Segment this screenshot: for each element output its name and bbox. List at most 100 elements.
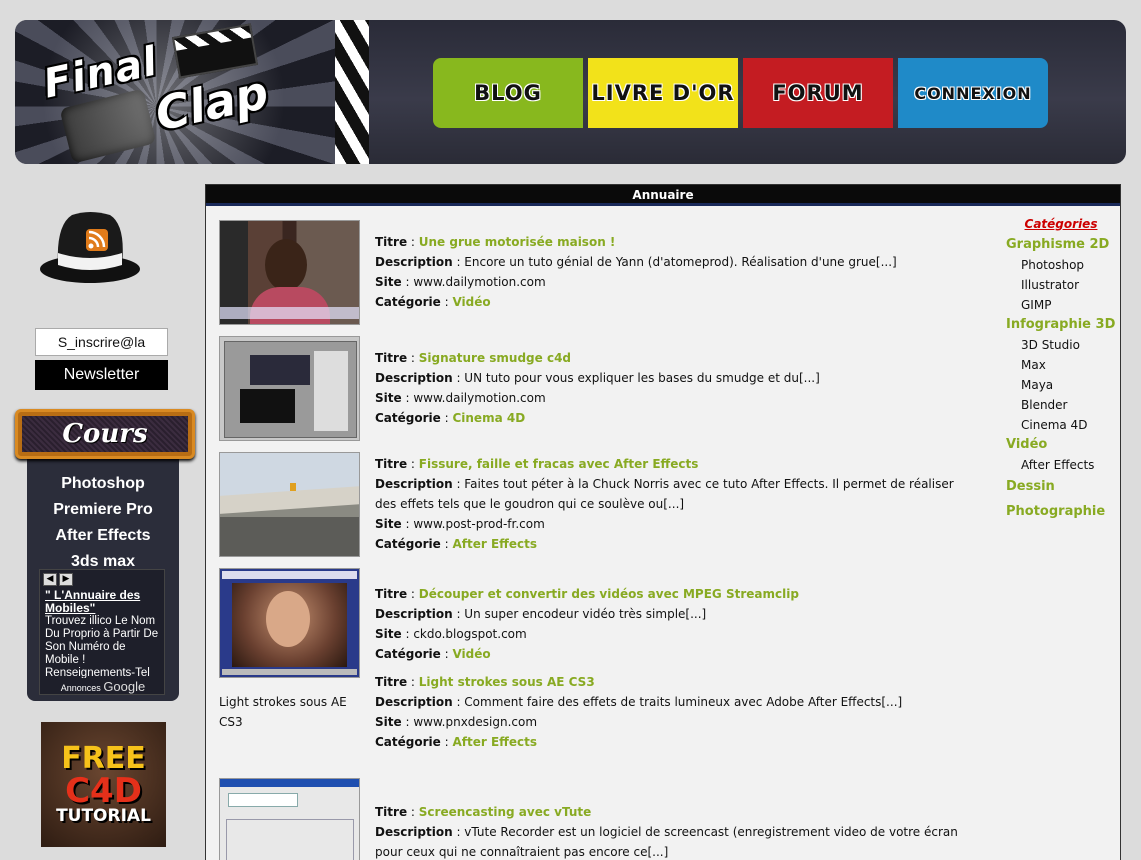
- ad-footer-annonces: Annonces: [60, 683, 101, 693]
- entry-title-link[interactable]: Signature smudge c4d: [419, 351, 571, 365]
- newsletter-button[interactable]: Newsletter: [35, 360, 168, 390]
- label-description: Description: [375, 477, 453, 491]
- annuaire-panel: Annuaire Titre : Une grue motorisée mais…: [205, 184, 1121, 860]
- free-c4d-tutorial-banner[interactable]: FREE C4D TUTORIAL: [41, 722, 166, 847]
- label-titre: Titre: [375, 235, 408, 249]
- entry-title-link[interactable]: Light strokes sous AE CS3: [419, 675, 595, 689]
- google-ad-box[interactable]: ◀ ▶ " L'Annuaire des Mobiles" Trouvez il…: [39, 569, 165, 695]
- label-site: Site: [375, 391, 402, 405]
- label-description: Description: [375, 607, 453, 621]
- ad-text[interactable]: Trouvez illico Le Nom Du Proprio à Parti…: [45, 615, 161, 680]
- label-categorie: Catégorie: [375, 647, 441, 661]
- label-categorie: Catégorie: [375, 411, 441, 425]
- label-titre: Titre: [375, 675, 408, 689]
- list-item: Light strokes sous AE CS3 Titre : Light …: [219, 675, 979, 776]
- entry-thumbnail[interactable]: [219, 220, 360, 325]
- label-site: Site: [375, 715, 402, 729]
- category-dessin[interactable]: Dessin: [1006, 477, 1116, 497]
- nav-forum-button[interactable]: FORUM: [743, 58, 893, 128]
- cours-panel: Photoshop Premiere Pro After Effects 3ds…: [15, 409, 195, 701]
- entry-thumbnail[interactable]: [219, 778, 360, 860]
- entry-category-link[interactable]: Vidéo: [452, 647, 490, 661]
- category-photographie[interactable]: Photographie: [1006, 502, 1116, 522]
- category-video[interactable]: Vidéo: [1006, 435, 1116, 455]
- entry-title-link[interactable]: Fissure, faille et fracas avec After Eff…: [419, 457, 699, 471]
- entry-info: Titre : Fissure, faille et fracas avec A…: [375, 457, 954, 551]
- rss-hat-icon[interactable]: [40, 205, 140, 287]
- entry-site: www.post-prod-fr.com: [413, 517, 545, 531]
- label-site: Site: [375, 627, 402, 641]
- label-site: Site: [375, 517, 402, 531]
- logo-text-final: Final: [39, 38, 162, 108]
- subcategory-photoshop[interactable]: Photoshop: [1006, 255, 1116, 275]
- ad-prev-arrow-icon[interactable]: ◀: [43, 573, 57, 586]
- label-titre: Titre: [375, 457, 408, 471]
- entry-list: Titre : Une grue motorisée maison ! Desc…: [219, 220, 979, 860]
- label-description: Description: [375, 371, 453, 385]
- subcategory-cinema-4d[interactable]: Cinema 4D: [1006, 415, 1116, 435]
- entry-thumbnail[interactable]: [219, 452, 360, 557]
- subcategory-3d-studio[interactable]: 3D Studio: [1006, 335, 1116, 355]
- entry-site: www.pnxdesign.com: [413, 715, 538, 729]
- annuaire-header: Annuaire: [206, 185, 1120, 206]
- category-graphisme-2d[interactable]: Graphisme 2D: [1006, 235, 1116, 255]
- subcategory-illustrator[interactable]: Illustrator: [1006, 275, 1116, 295]
- entry-title-link[interactable]: Découper et convertir des vidéos avec MP…: [419, 587, 799, 601]
- cours-title-plate: Cours: [15, 409, 195, 459]
- entry-category-link[interactable]: After Effects: [452, 537, 537, 551]
- entry-info: Titre : Une grue motorisée maison ! Desc…: [375, 235, 897, 309]
- subcategory-blender[interactable]: Blender: [1006, 395, 1116, 415]
- nav-connexion-button[interactable]: CONNEXION: [898, 58, 1048, 128]
- entry-description: Faites tout péter à la Chuck Norris avec…: [375, 477, 954, 511]
- entry-title-link[interactable]: Screencasting avec vTute: [419, 805, 591, 819]
- cours-list: Photoshop Premiere Pro After Effects 3ds…: [27, 459, 179, 701]
- entry-category-link[interactable]: After Effects: [452, 735, 537, 749]
- nav-blog-button[interactable]: BLOG: [433, 58, 583, 128]
- cours-item-premiere-pro[interactable]: Premiere Pro: [27, 497, 179, 523]
- category-infographie-3d[interactable]: Infographie 3D: [1006, 315, 1116, 335]
- logo-text-clap: Clap: [150, 64, 273, 142]
- google-logo: Google: [103, 679, 146, 694]
- entry-site: www.dailymotion.com: [413, 391, 546, 405]
- entry-thumbnail-alt-text[interactable]: Light strokes sous AE CS3: [219, 692, 360, 732]
- header-banner: Final Clap BLOG LIVRE D'OR FORUM CONNEXI…: [15, 20, 1126, 164]
- entry-description: UN tuto pour vous expliquer les bases du…: [464, 371, 820, 385]
- ad-nav-arrows: ◀ ▶: [43, 573, 73, 586]
- list-item: Titre : Découper et convertir des vidéos…: [219, 568, 979, 680]
- freec4d-line1: FREE: [61, 741, 146, 776]
- entry-site: ckdo.blogspot.com: [413, 627, 527, 641]
- entry-thumbnail[interactable]: [219, 336, 360, 441]
- entry-info: Titre : Signature smudge c4d Description…: [375, 351, 820, 425]
- subcategory-max[interactable]: Max: [1006, 355, 1116, 375]
- cours-item-after-effects[interactable]: After Effects: [27, 523, 179, 549]
- ad-footer[interactable]: Annonces Google: [40, 678, 164, 694]
- label-categorie: Catégorie: [375, 295, 441, 309]
- cours-item-photoshop[interactable]: Photoshop: [27, 471, 179, 497]
- label-titre: Titre: [375, 805, 408, 819]
- cours-title: Cours: [62, 419, 148, 449]
- entry-category-link[interactable]: Vidéo: [452, 295, 490, 309]
- entry-description: Un super encodeur vidéo très simple[...]: [464, 607, 707, 621]
- subcategory-after-effects[interactable]: After Effects: [1006, 455, 1116, 475]
- newsletter-email-input[interactable]: S_inscrire@la: [35, 328, 168, 356]
- ad-next-arrow-icon[interactable]: ▶: [59, 573, 73, 586]
- subcategory-maya[interactable]: Maya: [1006, 375, 1116, 395]
- freec4d-line2: C4D: [65, 771, 142, 811]
- categories-title: Catégories: [1024, 217, 1098, 231]
- label-titre: Titre: [375, 351, 408, 365]
- label-categorie: Catégorie: [375, 537, 441, 551]
- ad-title-link[interactable]: " L'Annuaire des Mobiles": [45, 589, 161, 615]
- entry-thumbnail[interactable]: [219, 568, 360, 678]
- list-item: Titre : Screencasting avec vTute Descrip…: [219, 778, 979, 860]
- site-logo[interactable]: Final Clap: [15, 20, 369, 164]
- entry-description: vTute Recorder est un logiciel de screen…: [375, 825, 958, 859]
- entry-category-link[interactable]: Cinema 4D: [452, 411, 525, 425]
- freec4d-line3: TUTORIAL: [56, 806, 151, 826]
- nav-livre-dor-button[interactable]: LIVRE D'OR: [588, 58, 738, 128]
- list-item: Titre : Signature smudge c4d Description…: [219, 336, 979, 452]
- entry-info: Titre : Light strokes sous AE CS3 Descri…: [375, 675, 903, 749]
- subcategory-gimp[interactable]: GIMP: [1006, 295, 1116, 315]
- main-nav: BLOG LIVRE D'OR FORUM CONNEXION: [433, 58, 1048, 128]
- categories-sidebar: Catégories Graphisme 2D Photoshop Illust…: [1006, 217, 1116, 522]
- entry-title-link[interactable]: Une grue motorisée maison !: [419, 235, 616, 249]
